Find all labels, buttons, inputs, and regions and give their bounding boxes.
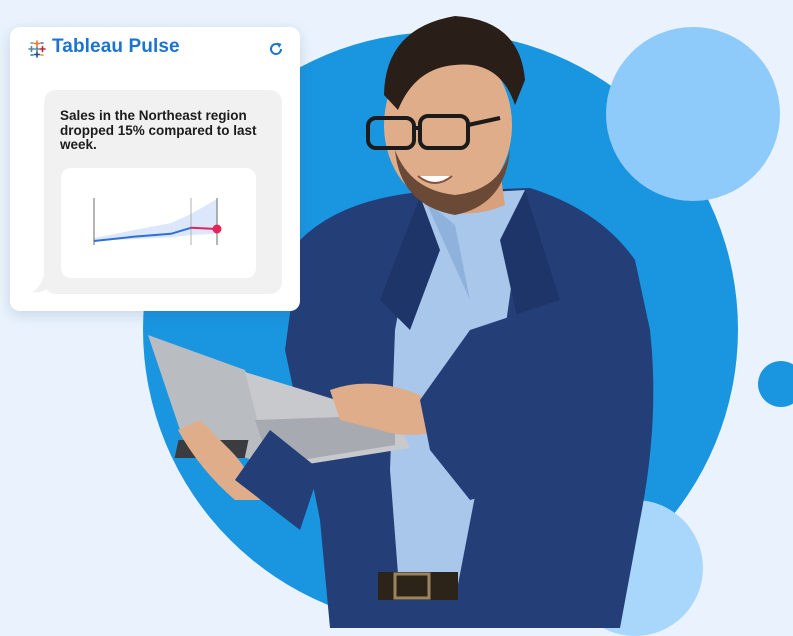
refresh-icon[interactable] [268, 41, 284, 57]
card-header: Tableau Pulse [10, 27, 300, 73]
current-point [212, 224, 222, 234]
sparkline-chart [93, 198, 222, 245]
app-title: Tableau Pulse [52, 36, 180, 57]
insight-bubble: Sales in the Northeast region dropped 15… [44, 90, 282, 294]
sparkline-card [61, 168, 256, 278]
bubble-tail [32, 276, 50, 293]
tableau-logo-icon [28, 40, 46, 58]
pulse-insight-card[interactable]: Tableau Pulse Sales in the Northeast reg… [10, 27, 300, 311]
insight-text: Sales in the Northeast region dropped 15… [60, 108, 257, 152]
